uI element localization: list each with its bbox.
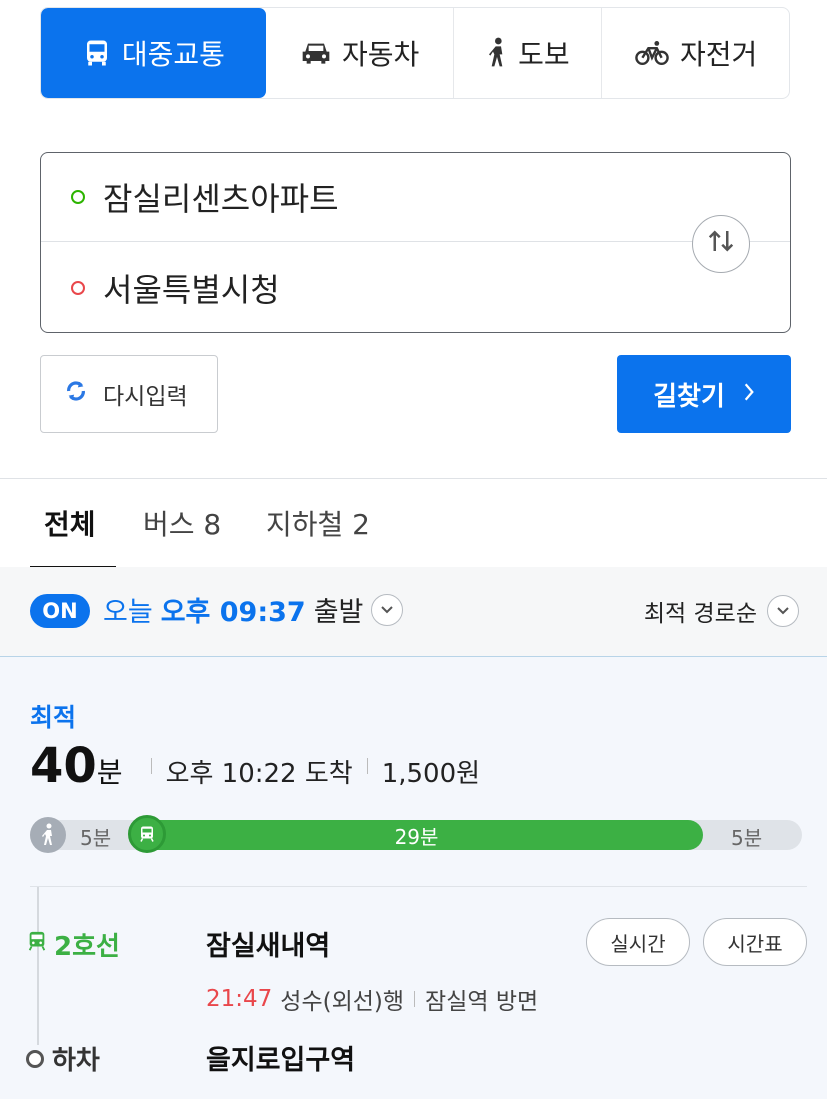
separator: [150, 758, 152, 774]
total-minutes: 40: [30, 738, 97, 794]
start-field[interactable]: 잠실리센츠아파트: [41, 153, 790, 242]
chevron-down-icon: [371, 593, 404, 626]
result-filter-tabs: 전체 버스 8 지하철 2: [0, 479, 827, 567]
tab-label: 도보: [518, 38, 570, 71]
next-train-info: 21:47 성수(외선)행 잠실역 방면: [206, 982, 538, 1016]
departure-time-selector[interactable]: 오늘 오후 09:37 출발: [103, 590, 404, 629]
tab-bicycle[interactable]: 자전거: [602, 8, 789, 98]
tab-label: 대중교통: [121, 38, 225, 71]
subway-icon: [26, 929, 48, 960]
departure-suffix: 출발: [313, 597, 364, 628]
transport-mode-tabs: 대중교통 자동차 도보 자전거: [40, 7, 790, 99]
tab-label: 자동차: [341, 38, 420, 71]
realtime-button[interactable]: 실시간: [586, 918, 690, 966]
chevron-down-icon: [767, 595, 799, 627]
departure-time: 오후 09:37: [160, 597, 306, 628]
separator: [414, 991, 416, 1007]
chevron-right-icon: [743, 379, 755, 409]
subway-icon: [128, 815, 166, 853]
on-toggle[interactable]: ON: [30, 594, 90, 628]
transit-segment: 29분: [130, 820, 703, 850]
swap-route-button[interactable]: [692, 215, 750, 273]
tab-subway[interactable]: 지하철 2: [266, 503, 370, 543]
tab-walk[interactable]: 도보: [454, 8, 603, 98]
reset-button[interactable]: 다시입력: [40, 355, 218, 433]
best-route-tag: 최적: [30, 703, 77, 732]
reset-label: 다시입력: [103, 384, 188, 410]
platform-direction: 잠실역 방면: [425, 989, 539, 1015]
route-summary: 40 분 오후 10:22 도착 1,500원: [30, 738, 480, 794]
tab-bus[interactable]: 버스 8: [143, 503, 221, 543]
find-route-button[interactable]: 길찾기: [617, 355, 791, 433]
walk-segment-1: 5분: [80, 826, 112, 850]
tab-public-transit[interactable]: 대중교통: [41, 8, 266, 98]
subway-line-label: 2호선: [26, 926, 120, 963]
car-icon: [300, 39, 332, 67]
line-name: 2호선: [54, 932, 120, 962]
start-dot-icon: [71, 190, 85, 204]
fare: 1,500원: [381, 759, 481, 789]
sort-selector[interactable]: 최적 경로순: [644, 594, 799, 628]
get-off-ring-icon: [26, 1049, 44, 1068]
tab-car[interactable]: 자동차: [266, 8, 455, 98]
boarding-station: 잠실새내역: [206, 931, 331, 962]
arrival-time: 오후 10:22 도착: [165, 759, 353, 789]
walk-icon: [30, 817, 66, 853]
start-location: 잠실리센츠아파트: [103, 180, 339, 218]
minutes-unit: 분: [96, 756, 123, 789]
sort-label: 최적 경로순: [643, 601, 757, 627]
end-field[interactable]: 서울특별시청: [41, 243, 790, 332]
timetable-button[interactable]: 시간표: [703, 918, 807, 966]
end-location: 서울특별시청: [103, 270, 280, 309]
next-train-time: 21:47: [206, 986, 273, 1012]
departure-day: 오늘: [103, 597, 153, 628]
bicycle-icon: [634, 39, 670, 67]
bus-icon: [82, 38, 112, 68]
walk-segment-2: 5분: [731, 826, 763, 850]
separator: [366, 758, 368, 774]
alighting-station: 을지로입구역: [206, 1045, 356, 1076]
route-input-box: 잠실리센츠아파트 서울특별시청: [40, 152, 791, 333]
route-result-card[interactable]: [0, 657, 827, 1099]
get-off-text: 하차: [52, 1046, 100, 1076]
route-vertical-line: [37, 887, 39, 1045]
walk-icon: [486, 37, 508, 69]
swap-arrows-icon: [706, 228, 736, 260]
refresh-icon: [65, 380, 87, 408]
get-off-label: 하차: [26, 1040, 100, 1077]
train-direction: 성수(외선)행: [280, 989, 405, 1015]
tab-all[interactable]: 전체: [44, 503, 96, 543]
find-route-label: 길찾기: [653, 381, 725, 412]
tab-label: 자전거: [679, 38, 758, 71]
card-divider: [30, 886, 807, 887]
end-dot-icon: [71, 280, 85, 295]
